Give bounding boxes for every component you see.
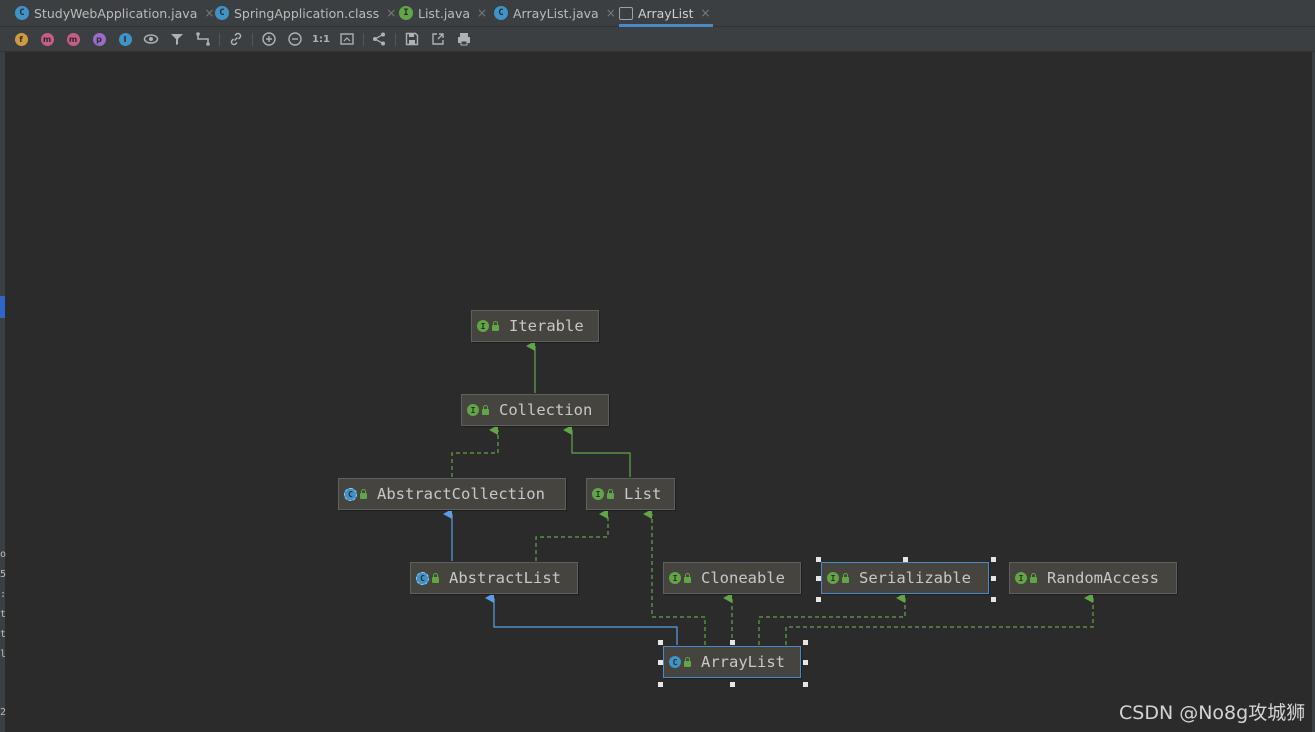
node-label: Serializable [859, 569, 971, 587]
edge-abstractcollection-collection [451, 425, 499, 477]
resize-handle[interactable] [803, 682, 808, 687]
resize-handle[interactable] [803, 660, 808, 665]
node-label: RandomAccess [1047, 569, 1159, 587]
node-label: Iterable [509, 317, 584, 335]
edge-abstractlist-list [535, 509, 609, 561]
resize-handle[interactable] [658, 682, 663, 687]
interface-icon: I [1015, 572, 1027, 584]
node-random-access[interactable]: I RandomAccess [1009, 562, 1177, 594]
node-collection[interactable]: I Collection [461, 394, 609, 426]
resize-handle[interactable] [803, 640, 808, 645]
interface-icon: I [477, 320, 489, 332]
node-label: AbstractList [449, 569, 561, 587]
edge-arraylist-randomaccess [785, 593, 1094, 645]
resize-handle[interactable] [658, 660, 663, 665]
resize-handle[interactable] [816, 576, 821, 581]
public-lock-icon [360, 489, 367, 499]
public-lock-icon [607, 489, 614, 499]
node-iterable[interactable]: I Iterable [471, 310, 599, 342]
resize-handle[interactable] [991, 576, 996, 581]
interface-icon: I [669, 572, 681, 584]
resize-handle[interactable] [903, 557, 908, 562]
uml-diagram-canvas[interactable]: I Iterable I Collection C AbstractCollec… [0, 0, 1315, 732]
node-label: AbstractCollection [377, 485, 545, 503]
node-abstract-collection[interactable]: C AbstractCollection [338, 478, 566, 510]
abstract-class-icon: C [344, 487, 357, 501]
node-label: Cloneable [701, 569, 785, 587]
node-label: Collection [499, 401, 593, 419]
node-array-list[interactable]: C ArrayList [663, 646, 801, 678]
node-label: List [624, 485, 662, 503]
resize-handle[interactable] [730, 682, 735, 687]
public-lock-icon [684, 573, 691, 583]
resize-handle[interactable] [816, 557, 821, 562]
edge-arraylist-abstractlist [485, 593, 678, 645]
node-abstract-list[interactable]: C AbstractList [410, 562, 578, 594]
resize-handle[interactable] [730, 640, 735, 645]
public-lock-icon [492, 321, 499, 331]
abstract-class-icon: C [416, 571, 429, 585]
node-cloneable[interactable]: I Cloneable [663, 562, 801, 594]
edge-list-collection [563, 425, 631, 477]
resize-handle[interactable] [991, 557, 996, 562]
resize-handle[interactable] [816, 597, 821, 602]
edge-arraylist-serializable [758, 593, 906, 645]
public-lock-icon [1030, 573, 1037, 583]
node-label: ArrayList [701, 653, 785, 671]
interface-icon: I [827, 572, 839, 584]
class-icon: C [669, 656, 681, 668]
node-serializable[interactable]: I Serializable [821, 562, 989, 594]
public-lock-icon [482, 405, 489, 415]
node-list[interactable]: I List [586, 478, 675, 510]
interface-icon: I [467, 404, 479, 416]
resize-handle[interactable] [991, 597, 996, 602]
resize-handle[interactable] [658, 640, 663, 645]
public-lock-icon [432, 573, 439, 583]
public-lock-icon [684, 657, 691, 667]
interface-icon: I [592, 488, 604, 500]
inheritance-edges [443, 341, 1094, 645]
public-lock-icon [842, 573, 849, 583]
watermark: CSDN @No8g攻城狮 [1119, 702, 1306, 724]
